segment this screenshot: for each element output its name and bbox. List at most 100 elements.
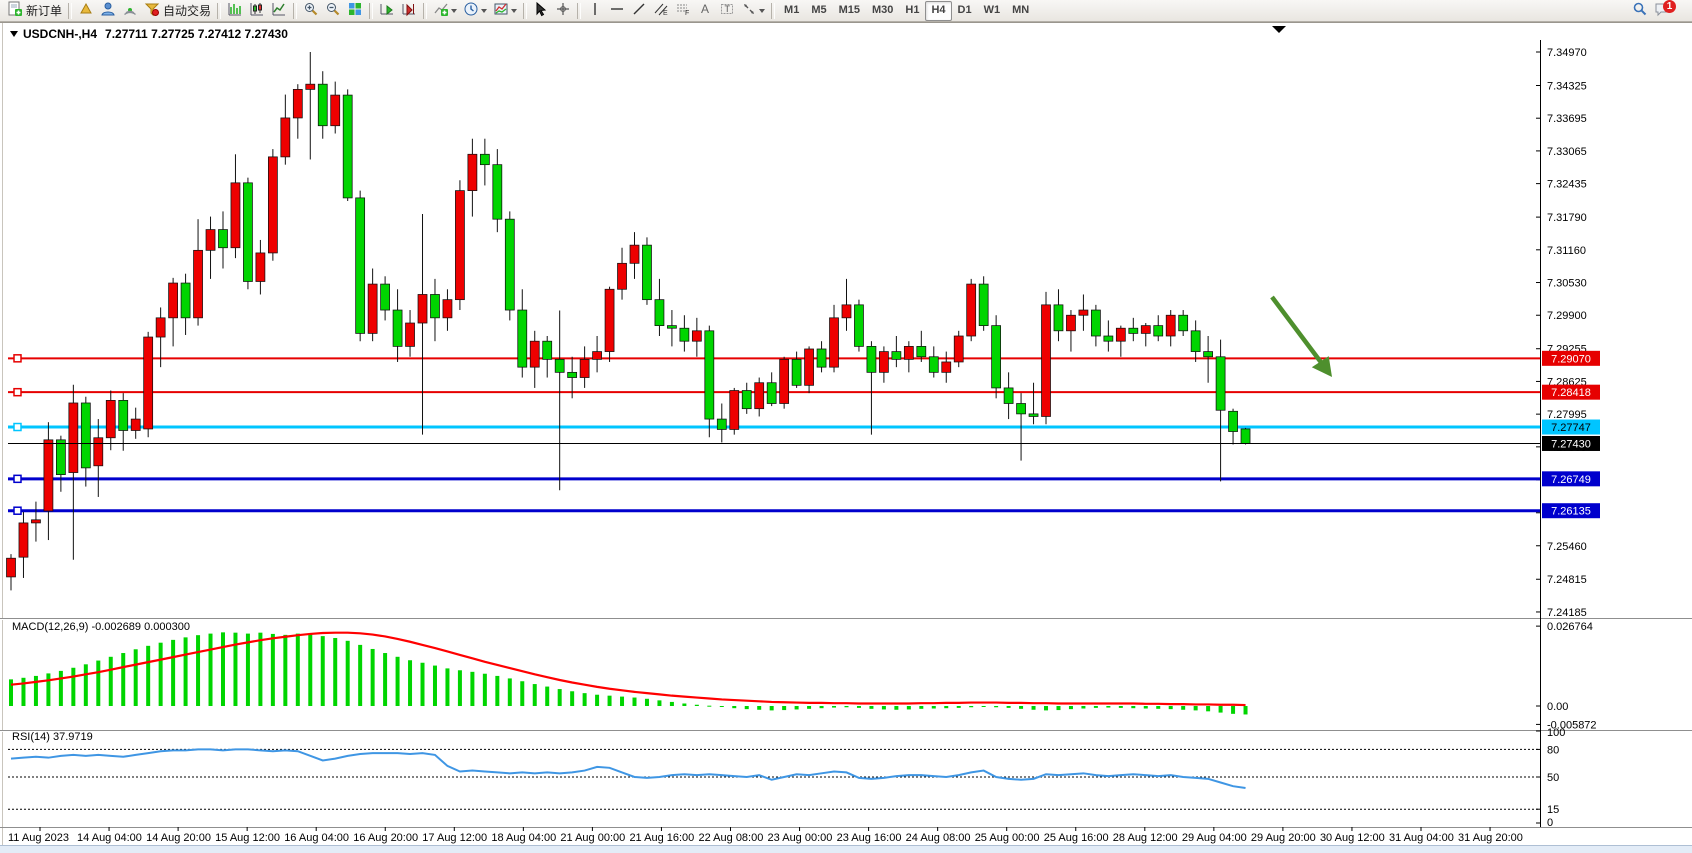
svg-text:31 Aug 04:00: 31 Aug 04:00 [1389, 832, 1454, 844]
new-order-button[interactable]: 新订单 [4, 1, 65, 21]
separator [771, 3, 775, 19]
search-button[interactable] [1629, 1, 1651, 21]
svg-text:0.00: 0.00 [1547, 701, 1568, 713]
svg-text:7.33695: 7.33695 [1547, 113, 1587, 125]
macd-panel: 0.0267640.00-0.005872 [9, 621, 1597, 731]
svg-text:A: A [701, 2, 709, 16]
zoom-in-icon [303, 1, 319, 20]
svg-text:24 Aug 08:00: 24 Aug 08:00 [906, 832, 971, 844]
equidistant-channel-button[interactable]: E [650, 1, 672, 21]
text-label-button[interactable]: T [716, 1, 738, 21]
svg-text:80: 80 [1547, 744, 1559, 756]
indicators-button[interactable] [430, 1, 460, 21]
svg-text:7.29900: 7.29900 [1547, 310, 1587, 322]
svg-text:7.31790: 7.31790 [1547, 212, 1587, 224]
trendline-button[interactable] [628, 1, 650, 21]
svg-text:23 Aug 00:00: 23 Aug 00:00 [768, 832, 833, 844]
cursor-icon [533, 1, 549, 20]
rsi-panel: 1008050150 [8, 727, 1565, 829]
svg-text:29 Aug 20:00: 29 Aug 20:00 [1251, 832, 1316, 844]
chart-shift-button[interactable] [398, 1, 420, 21]
autotrading-label: 自动交易 [163, 2, 211, 19]
navigator-button[interactable] [97, 1, 119, 21]
fibonacci-button[interactable]: F [672, 1, 694, 21]
tile-windows-button[interactable] [344, 1, 366, 21]
svg-text:18 Aug 04:00: 18 Aug 04:00 [491, 832, 556, 844]
zoom-out-button[interactable] [322, 1, 344, 21]
svg-text:15 Aug 12:00: 15 Aug 12:00 [215, 832, 280, 844]
market-watch-icon [78, 1, 94, 20]
svg-text:7.25460: 7.25460 [1547, 541, 1587, 553]
dropdown-icon [481, 9, 487, 13]
zoom-in-button[interactable] [300, 1, 322, 21]
svg-text:7.34325: 7.34325 [1547, 80, 1587, 92]
notifications-button[interactable]: 1 [1651, 1, 1686, 21]
tab-timeframe-mn[interactable]: MN [1006, 1, 1035, 21]
horizontal-lines [8, 355, 1540, 514]
search-icon [1632, 1, 1648, 20]
panel-chrome [0, 23, 1692, 846]
line-chart-icon [271, 1, 287, 20]
crosshair-button[interactable] [552, 1, 574, 21]
templates-button[interactable] [490, 1, 520, 21]
text-icon: A [697, 1, 713, 20]
cursor-button[interactable] [530, 1, 552, 21]
zoom-out-icon [325, 1, 341, 20]
signals-button[interactable] [119, 1, 141, 21]
arrows-button[interactable] [738, 1, 768, 21]
tab-timeframe-m30[interactable]: M30 [866, 1, 899, 21]
chart-canvas[interactable]: 7.349707.343257.336957.330657.324357.317… [0, 0, 1692, 852]
svg-text:14 Aug 04:00: 14 Aug 04:00 [77, 832, 142, 844]
line-chart-button[interactable] [268, 1, 290, 21]
templates-icon [493, 1, 509, 20]
svg-text:21 Aug 00:00: 21 Aug 00:00 [560, 832, 625, 844]
autotrading-button[interactable]: 自动交易 [141, 1, 214, 21]
svg-text:7.34970: 7.34970 [1547, 47, 1587, 59]
tab-timeframe-m15[interactable]: M15 [833, 1, 866, 21]
tab-timeframe-d1[interactable]: D1 [952, 1, 978, 21]
svg-text:15: 15 [1547, 804, 1559, 816]
svg-text:E: E [663, 10, 668, 17]
candlestick-chart-button[interactable] [246, 1, 268, 21]
dropdown-icon [759, 9, 765, 13]
vertical-line-button[interactable] [584, 1, 606, 21]
vertical-line-icon [587, 1, 603, 20]
equidistant-channel-icon: E [653, 1, 669, 20]
svg-text:30 Aug 12:00: 30 Aug 12:00 [1320, 832, 1385, 844]
separator [369, 3, 373, 19]
horizontal-line-button[interactable] [606, 1, 628, 21]
chart-shift-marker [1272, 26, 1286, 33]
tab-timeframe-m5[interactable]: M5 [805, 1, 832, 21]
tab-timeframe-h4[interactable]: H4 [925, 1, 951, 21]
navigator-icon [100, 1, 116, 20]
tab-timeframe-h1[interactable]: H1 [899, 1, 925, 21]
tab-timeframe-m1[interactable]: M1 [778, 1, 805, 21]
svg-text:T: T [725, 4, 731, 14]
separator [423, 3, 427, 19]
dropdown-icon [451, 9, 457, 13]
market-watch-button[interactable] [75, 1, 97, 21]
svg-text:22 Aug 08:00: 22 Aug 08:00 [699, 832, 764, 844]
periods-button[interactable] [460, 1, 490, 21]
svg-text:7.28418: 7.28418 [1551, 387, 1591, 399]
signals-icon [122, 1, 138, 20]
symbol-dropdown-icon[interactable] [10, 31, 18, 37]
tile-windows-icon [347, 1, 363, 20]
svg-text:7.27430: 7.27430 [1551, 438, 1591, 450]
separator [523, 3, 527, 19]
time-axis: 11 Aug 202314 Aug 04:0014 Aug 20:0015 Au… [8, 827, 1523, 844]
text-label-icon: T [719, 1, 735, 20]
price-axis: 7.349707.343257.336957.330657.324357.317… [1536, 47, 1587, 619]
svg-text:7.24185: 7.24185 [1547, 607, 1587, 619]
candlestick-chart-icon [249, 1, 265, 20]
bar-chart-button[interactable] [224, 1, 246, 21]
svg-text:7.27747: 7.27747 [1551, 422, 1591, 434]
auto-scroll-button[interactable] [376, 1, 398, 21]
separator [293, 3, 297, 19]
svg-text:50: 50 [1547, 772, 1559, 784]
tab-timeframe-w1[interactable]: W1 [978, 1, 1007, 21]
indicators-icon [433, 1, 449, 20]
macd-indicator-label: MACD(12,26,9) -0.002689 0.000300 [12, 621, 190, 633]
text-button[interactable]: A [694, 1, 716, 21]
svg-text:23 Aug 16:00: 23 Aug 16:00 [837, 832, 902, 844]
